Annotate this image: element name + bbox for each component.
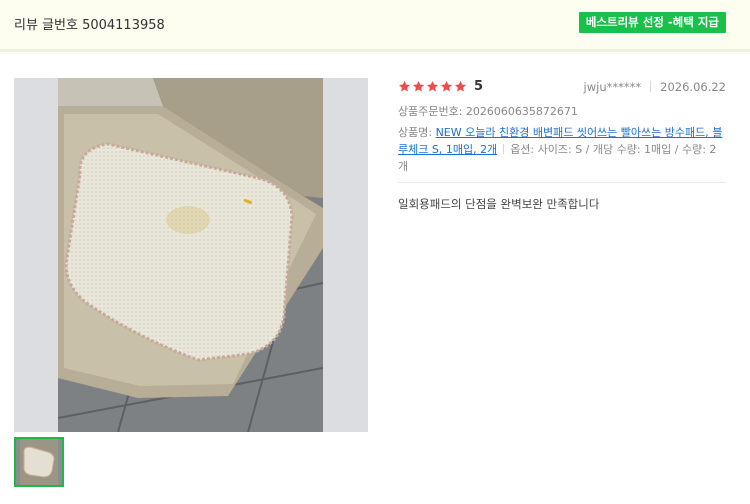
star-icon [426, 80, 439, 92]
review-date: 2026.06.22 [660, 80, 726, 94]
order-number: 상품주문번호: 2026060635872671 [398, 105, 578, 118]
review-photo-viewer[interactable] [14, 78, 368, 432]
best-review-badge: 베스트리뷰 선정 -혜택 지급 [578, 12, 726, 33]
product-label: 상품명: [398, 126, 433, 139]
content-divider [398, 182, 726, 183]
review-photo [58, 78, 323, 432]
star-icon [454, 80, 467, 92]
rating-row: 5 jwju****** 2026.06.22 [398, 78, 726, 100]
rating-score: 5 [474, 79, 484, 94]
review-photo-thumbnail[interactable] [14, 437, 64, 487]
star-rating [398, 80, 467, 93]
review-number: 리뷰 글번호 5004113958 [14, 18, 165, 33]
review-text: 일회용패드의 단점을 완벽보완 만족합니다 [398, 197, 600, 211]
meta-divider [650, 81, 652, 92]
thumbnail-image [16, 439, 62, 485]
product-info: 상품명: NEW 오늘라 친환경 배변패드 씻어쓰는 빨아쓰는 방수패드, 블루… [398, 124, 726, 175]
star-icon [398, 80, 411, 92]
review-info: 5 jwju****** 2026.06.22 상품주문번호: 202606063… [398, 78, 726, 212]
review-meta: jwju****** 2026.06.22 [584, 80, 726, 94]
option-divider [503, 144, 505, 154]
star-icon [440, 80, 453, 92]
reviewer-id: jwju****** [583, 80, 642, 94]
star-icon [412, 80, 425, 92]
review-header: 리뷰 글번호 5004113958 베스트리뷰 선정 -혜택 지급 [0, 0, 750, 52]
